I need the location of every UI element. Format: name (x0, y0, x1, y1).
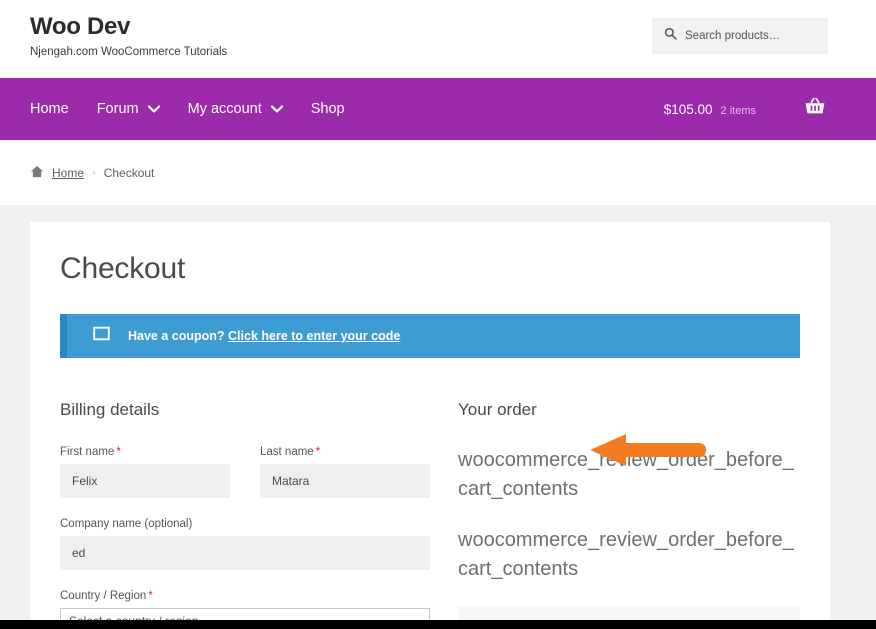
coupon-notice-text: Have a coupon? Click here to enter your … (128, 329, 400, 343)
home-icon (30, 165, 44, 181)
field-first-name: First name * (60, 446, 230, 498)
chevron-down-icon (270, 101, 283, 117)
field-label: First name * (60, 446, 230, 458)
field-label-text: Country / Region (60, 590, 147, 602)
nav-item-label: My account (187, 101, 262, 117)
coupon-enter-code-link[interactable]: Click here to enter your code (228, 329, 400, 343)
hook-output-2: woocommerce_review_order_before_cart_con… (458, 529, 794, 580)
coupon-prompt: Have a coupon? (128, 329, 225, 343)
billing-details-column: Billing details First name* Last name* (60, 400, 430, 629)
nav-items-group: Home Forum My account Shop (30, 101, 359, 117)
first-name-input[interactable] (60, 464, 230, 498)
field-label: Country / Region * (60, 590, 430, 602)
company-name-input[interactable] (60, 536, 430, 570)
cart-item-count: 2 items (720, 104, 756, 117)
required-asterisk: * (315, 446, 321, 458)
cart-summary[interactable]: $105.00 2 items (664, 102, 756, 117)
required-asterisk: * (148, 590, 153, 602)
chevron-down-icon (147, 101, 160, 117)
search-box[interactable] (652, 18, 828, 54)
name-field-row: First name* Last name* (60, 446, 430, 518)
breadcrumb-home-link[interactable]: Home (52, 166, 84, 180)
nav-item-label: Shop (310, 101, 345, 117)
field-label-text: Last name (260, 446, 314, 458)
bottom-bar (0, 620, 876, 629)
breadcrumb: Home › Checkout (0, 140, 876, 205)
checkout-content-card: Checkout Have a coupon? Click here to en… (30, 222, 830, 629)
site-header: Woo Dev Njengah.com WooCommerce Tutorial… (0, 0, 876, 78)
nav-item-forum[interactable]: Forum (83, 101, 174, 117)
field-label-text: First name (60, 446, 115, 458)
required-asterisk: * (116, 446, 121, 458)
brand-title: Woo Dev (30, 13, 131, 40)
nav-item-home[interactable]: Home (30, 101, 83, 117)
last-name-input[interactable] (260, 464, 430, 498)
search-input[interactable] (685, 30, 816, 42)
field-company-name: Company name (optional) (60, 518, 430, 570)
nav-cart-group: $105.00 2 items (664, 97, 846, 122)
search-icon (664, 27, 677, 45)
shopping-basket-icon[interactable] (804, 97, 826, 122)
main-navigation: Home Forum My account Shop $105.00 2 ite… (0, 78, 876, 140)
brand-block: Woo Dev Njengah.com WooCommerce Tutorial… (30, 13, 228, 59)
nav-item-shop[interactable]: Shop (297, 101, 359, 117)
breadcrumb-current: Checkout (103, 165, 155, 180)
billing-details-title: Billing details (60, 400, 160, 419)
page-title: Checkout (60, 252, 186, 285)
coupon-notice[interactable]: Have a coupon? Click here to enter your … (60, 314, 800, 358)
field-label: Company name (optional) (60, 518, 430, 530)
your-order-column: Your order woocommerce_review_order_befo… (458, 400, 800, 629)
hook-output-1: woocommerce_review_order_before_cart_con… (458, 449, 794, 500)
nav-item-label: Home (30, 101, 69, 117)
your-order-title: Your order (458, 400, 537, 419)
field-last-name: Last name * (260, 446, 430, 498)
nav-item-my-account[interactable]: My account (174, 101, 297, 117)
page-root: Woo Dev Njengah.com WooCommerce Tutorial… (0, 0, 876, 629)
brand-tagline: Njengah.com WooCommerce Tutorials (30, 46, 228, 59)
checkout-columns: Billing details First name* Last name* (60, 400, 800, 629)
field-label: Last name * (260, 446, 430, 458)
breadcrumb-separator: › (92, 166, 96, 179)
nav-item-label: Forum (96, 101, 139, 117)
cart-total: $105.00 (663, 101, 713, 117)
coupon-tag-icon (93, 326, 110, 346)
field-label-text: Company name (optional) (60, 518, 193, 530)
